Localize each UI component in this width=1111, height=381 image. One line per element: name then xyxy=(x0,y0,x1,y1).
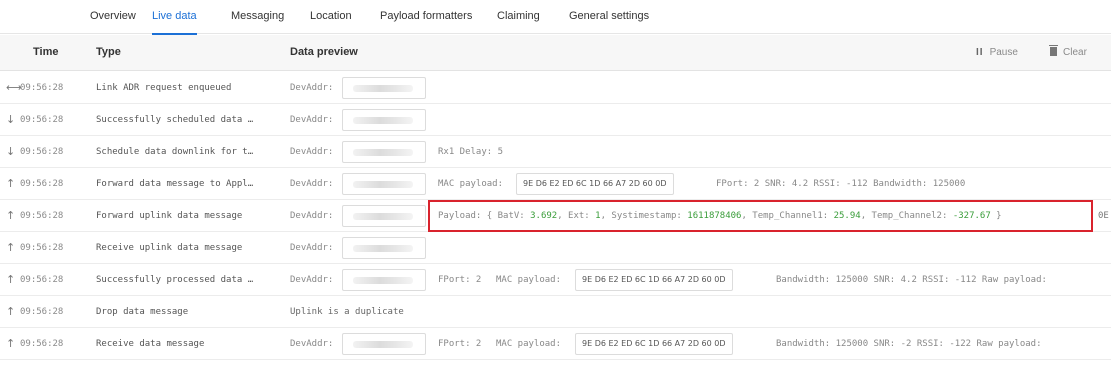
tab-claiming[interactable]: Claiming xyxy=(497,0,540,33)
clear-button[interactable]: Clear xyxy=(1049,35,1087,70)
decoded-payload[interactable]: Payload: { BatV: 3.692, Ext: 1, Systimes… xyxy=(438,202,1002,230)
devaddr-label: DevAddr: xyxy=(290,179,334,189)
row-time: 09:56:28 xyxy=(20,211,64,221)
row-time: 09:56:28 xyxy=(20,339,64,349)
redacted-value xyxy=(353,277,413,284)
row-type: Receive uplink data message xyxy=(96,243,243,253)
tab-payload-formatters[interactable]: Payload formatters xyxy=(380,0,472,33)
header-data-preview: Data preview xyxy=(290,46,358,58)
row-type: Drop data message xyxy=(96,307,189,317)
tab-messaging[interactable]: Messaging xyxy=(231,0,284,33)
devaddr-value[interactable] xyxy=(342,237,426,259)
up-arrow-icon: ↑ xyxy=(6,337,16,350)
down-arrow-icon: ↓ xyxy=(6,145,16,158)
down-arrow-icon: ↓ xyxy=(6,113,16,126)
devaddr-value[interactable] xyxy=(342,333,426,355)
devaddr-value[interactable] xyxy=(342,173,426,195)
up-arrow-icon: ↑ xyxy=(6,305,16,318)
mac-payload-label: MAC payload: xyxy=(496,339,562,349)
devaddr-value[interactable] xyxy=(342,77,426,99)
row-time: 09:56:28 xyxy=(20,307,64,317)
devaddr-label: DevAddr: xyxy=(290,211,334,221)
redacted-value xyxy=(353,341,413,348)
row-type: Successfully scheduled data … xyxy=(96,115,254,125)
row-time: 09:56:28 xyxy=(20,147,64,157)
mac-payload-value[interactable]: 9E D6 E2 ED 6C 1D 66 A7 2D 60 0D xyxy=(575,333,733,355)
header-time: Time xyxy=(33,46,59,58)
redacted-value xyxy=(353,245,413,252)
row-time: 09:56:28 xyxy=(20,179,64,189)
up-arrow-icon: ↑ xyxy=(6,177,16,190)
pause-icon: II xyxy=(976,47,984,58)
row-time: 09:56:28 xyxy=(20,115,64,125)
row-type: Successfully processed data … xyxy=(96,275,254,285)
table-row[interactable]: ↓ 09:56:28 Successfully scheduled data …… xyxy=(0,104,1111,136)
pause-button[interactable]: II Pause xyxy=(976,35,1018,70)
devaddr-value[interactable] xyxy=(342,205,426,227)
header-type: Type xyxy=(96,46,121,58)
row-type: Receive data message xyxy=(96,339,205,349)
table-row[interactable]: ⟷ 09:56:28 Link ADR request enqueued Dev… xyxy=(0,72,1111,104)
redacted-value xyxy=(353,181,413,188)
payload-highlight: Payload: { BatV: 3.692, Ext: 1, Systimes… xyxy=(428,200,1093,232)
table-row[interactable]: ↑ 09:56:28 Receive uplink data message D… xyxy=(0,232,1111,264)
fport-label: FPort: 2 xyxy=(438,275,482,285)
row-type: Schedule data downlink for t… xyxy=(96,147,254,157)
redacted-value xyxy=(353,117,413,124)
row-details: Bandwidth: 125000 SNR: -2 RSSI: -122 Raw… xyxy=(776,339,1042,349)
row-time: 09:56:28 xyxy=(20,275,64,285)
row-type: Forward uplink data message xyxy=(96,211,243,221)
duplicate-notice: Uplink is a duplicate xyxy=(290,307,404,317)
rx1-delay: Rx1 Delay: 5 xyxy=(438,147,504,157)
row-details: FPort: 2 SNR: 4.2 RSSI: -112 Bandwidth: … xyxy=(716,179,966,189)
table-row[interactable]: ↑ 09:56:28 Drop data message Uplink is a… xyxy=(0,296,1111,328)
devaddr-value[interactable] xyxy=(342,141,426,163)
devaddr-label: DevAddr: xyxy=(290,243,334,253)
row-type: Link ADR request enqueued xyxy=(96,83,232,93)
devaddr-label: DevAddr: xyxy=(290,115,334,125)
up-arrow-icon: ↑ xyxy=(6,209,16,222)
table-row[interactable]: ↓ 09:56:28 Schedule data downlink for t…… xyxy=(0,136,1111,168)
devaddr-label: DevAddr: xyxy=(290,339,334,349)
table-row[interactable]: ↑ 09:56:28 Receive data message DevAddr:… xyxy=(0,328,1111,360)
up-arrow-icon: ↑ xyxy=(6,241,16,254)
devaddr-value[interactable] xyxy=(342,269,426,291)
devaddr-label: DevAddr: xyxy=(290,147,334,157)
redacted-value xyxy=(353,85,413,92)
up-arrow-icon: ↑ xyxy=(6,273,16,286)
mac-payload-value[interactable]: 9E D6 E2 ED 6C 1D 66 A7 2D 60 0D xyxy=(516,173,674,195)
table-row[interactable]: ↑ 09:56:28 Successfully processed data …… xyxy=(0,264,1111,296)
tab-location[interactable]: Location xyxy=(310,0,352,33)
mac-payload-label: MAC payload: xyxy=(438,179,504,189)
table-row[interactable]: ↑ 09:56:28 Forward data message to Appl…… xyxy=(0,168,1111,200)
mac-payload-label: MAC payload: xyxy=(496,275,562,285)
tab-general-settings[interactable]: General settings xyxy=(569,0,649,33)
redacted-value xyxy=(353,213,413,220)
devaddr-label: DevAddr: xyxy=(290,83,334,93)
table-header: Time Type Data preview II Pause Clear xyxy=(0,35,1111,71)
row-time: 09:56:28 xyxy=(20,243,64,253)
redacted-value xyxy=(353,149,413,156)
row-details: Bandwidth: 125000 SNR: 4.2 RSSI: -112 Ra… xyxy=(776,275,1047,285)
row-type: Forward data message to Appl… xyxy=(96,179,254,189)
tab-overview[interactable]: Overview xyxy=(90,0,136,33)
mac-payload-value[interactable]: 9E D6 E2 ED 6C 1D 66 A7 2D 60 0D xyxy=(575,269,733,291)
clear-label: Clear xyxy=(1063,47,1087,58)
row-time: 09:56:28 xyxy=(20,83,64,93)
devaddr-label: DevAddr: xyxy=(290,275,334,285)
table-row[interactable]: ↑ 09:56:28 Forward uplink data message D… xyxy=(0,200,1111,232)
payload-overflow-text: 0E xyxy=(1098,211,1109,221)
devaddr-value[interactable] xyxy=(342,109,426,131)
tab-bar: Overview Live data Messaging Location Pa… xyxy=(0,0,1111,35)
fport-label: FPort: 2 xyxy=(438,339,482,349)
pause-label: Pause xyxy=(989,47,1018,58)
tab-live-data[interactable]: Live data xyxy=(152,0,197,35)
trash-icon xyxy=(1049,45,1058,56)
